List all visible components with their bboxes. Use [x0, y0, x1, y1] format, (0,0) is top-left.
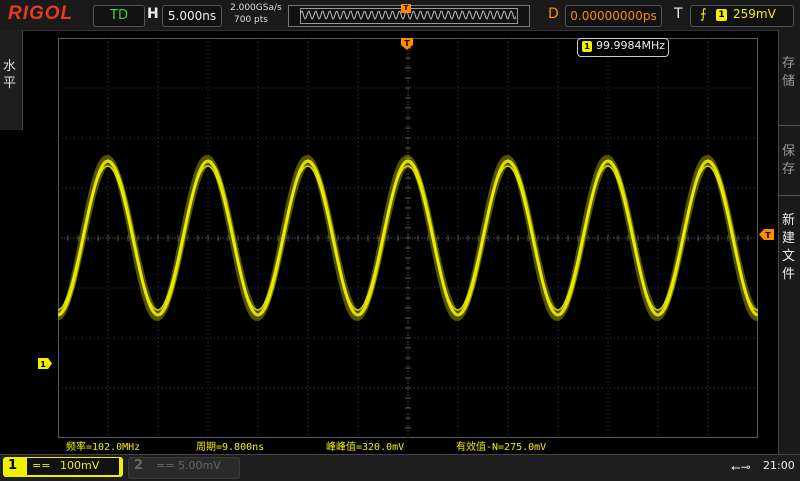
menu-divider [778, 125, 800, 126]
ch2-scale: 5.00mV [178, 459, 221, 472]
horizontal-label: H [147, 6, 159, 22]
clock: 21:00 [763, 459, 795, 472]
ch1-offset-marker[interactable]: 1 [38, 358, 52, 369]
ch2-number: 2 [134, 458, 144, 473]
sample-rate: 2.000GSa/s [230, 3, 282, 13]
measurement-vpp: 峰峰值=320.0mV [326, 442, 405, 453]
frequency-source-badge: 1 [582, 41, 592, 52]
svg-text:T: T [404, 39, 410, 48]
measurement-vrms: 有效值-N=275.0mV [456, 442, 547, 453]
menu-item-storage[interactable]: 存储 [782, 55, 798, 91]
run-status-indicator[interactable]: TD [93, 5, 145, 27]
trigger-position-marker[interactable]: T [401, 38, 413, 50]
delay-label: D [548, 6, 559, 22]
svg-text:T: T [765, 231, 771, 240]
trigger-source-badge: 1 [716, 9, 727, 21]
memory-depth: 700 pts [234, 15, 268, 25]
trigger-level-value: 259mV [733, 7, 776, 21]
ch1-number: 1 [8, 458, 18, 473]
graticule [58, 38, 758, 438]
usb-icon: ⭠⊸ [731, 460, 751, 474]
svg-text:1: 1 [40, 360, 46, 369]
measurement-period: 周期=9.800ns [196, 442, 265, 453]
rising-edge-icon: ⨍ [700, 7, 707, 22]
brand-logo: RIGOL [8, 3, 74, 24]
ch1-scale: 100mV [60, 459, 100, 472]
dc-coupling-icon: == [156, 459, 175, 472]
frequency-value: 99.9984MHz [596, 39, 666, 52]
menu-item-new-file[interactable]: 新建文件 [782, 212, 798, 284]
timebase-value[interactable]: 5.000ns [162, 5, 222, 27]
dc-coupling-icon: == [32, 459, 51, 472]
trigger-label: T [674, 6, 683, 22]
delay-value[interactable]: 0.00000000ps [565, 5, 662, 27]
menu-divider [778, 195, 800, 196]
menu-item-save[interactable]: 保存 [782, 143, 798, 179]
measurement-frequency: 频率=102.0MHz [66, 442, 141, 453]
waveform-display[interactable] [58, 38, 758, 438]
trigger-level-marker[interactable]: T [759, 229, 774, 240]
horizontal-menu-label: 水平 [3, 59, 17, 91]
memory-trigger-marker: T [401, 4, 411, 13]
